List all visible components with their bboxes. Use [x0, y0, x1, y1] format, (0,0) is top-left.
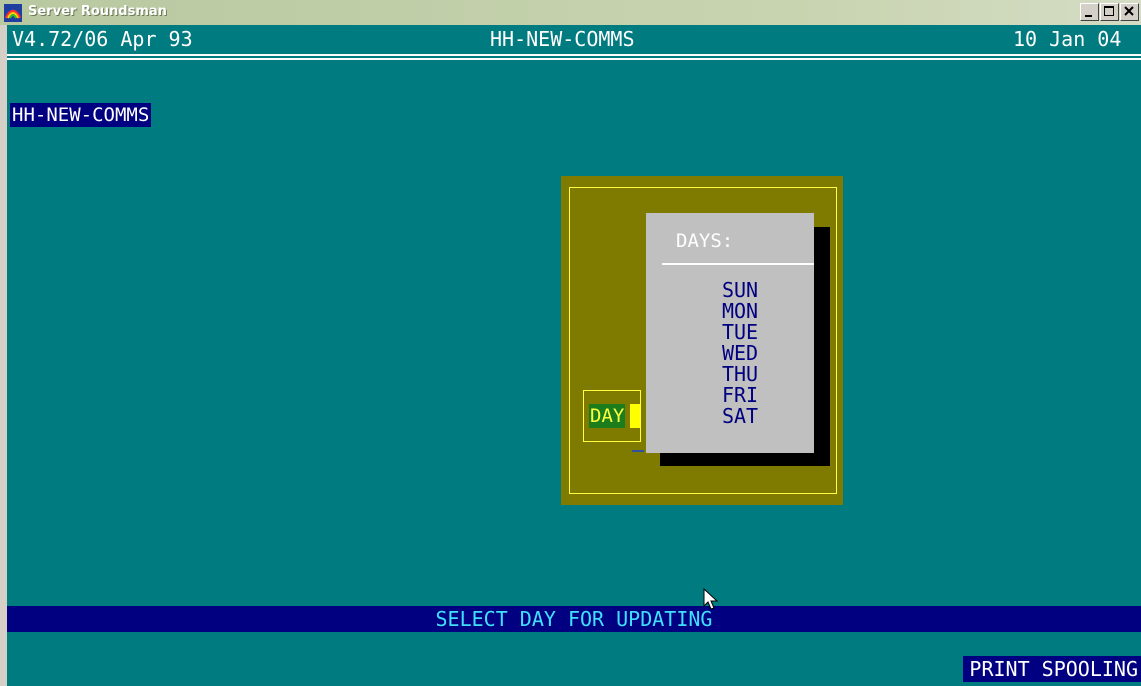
day-option-sun[interactable]: SUN — [700, 280, 780, 301]
window-controls — [1080, 3, 1139, 21]
day-option-sat[interactable]: SAT — [700, 406, 780, 427]
window-titlebar[interactable]: Server Roundsman — [0, 0, 1141, 25]
window-title: Server Roundsman — [28, 4, 167, 19]
program-name: HH-NEW-COMMS — [490, 27, 635, 51]
print-spooling-badge: PRINT SPOOLING — [963, 656, 1141, 682]
day-option-wed[interactable]: WED — [700, 343, 780, 364]
day-option-thu[interactable]: THU — [700, 364, 780, 385]
popup-divider — [662, 263, 814, 265]
version-label: V4.72/06 Apr 93 — [12, 27, 193, 51]
day-option-tue[interactable]: TUE — [700, 322, 780, 343]
field-underline — [632, 450, 644, 452]
minimize-button[interactable] — [1080, 3, 1099, 21]
minimize-icon — [1085, 15, 1092, 17]
popup-title: DAYS: — [676, 230, 734, 252]
status-message: SELECT DAY FOR UPDATING — [435, 607, 713, 631]
current-date: 10 Jan 04 — [1013, 27, 1122, 51]
close-icon — [1124, 6, 1134, 16]
day-option-fri[interactable]: FRI — [700, 385, 780, 406]
day-option-mon[interactable]: MON — [700, 301, 780, 322]
day-input-cursor[interactable] — [630, 404, 640, 428]
day-field-label: DAY — [589, 404, 626, 428]
maximize-button[interactable] — [1100, 3, 1119, 21]
app-icon — [4, 4, 22, 22]
header-divider-bottom — [7, 58, 1141, 60]
mouse-pointer-icon — [703, 588, 719, 610]
maximize-icon — [1104, 6, 1114, 16]
header-divider-top — [7, 54, 1141, 56]
status-bar: SELECT DAY FOR UPDATING — [7, 606, 1141, 632]
screen-tag: HH-NEW-COMMS — [10, 103, 152, 127]
days-list: SUN MON TUE WED THU FRI SAT — [700, 280, 780, 427]
close-button[interactable] — [1120, 3, 1139, 21]
